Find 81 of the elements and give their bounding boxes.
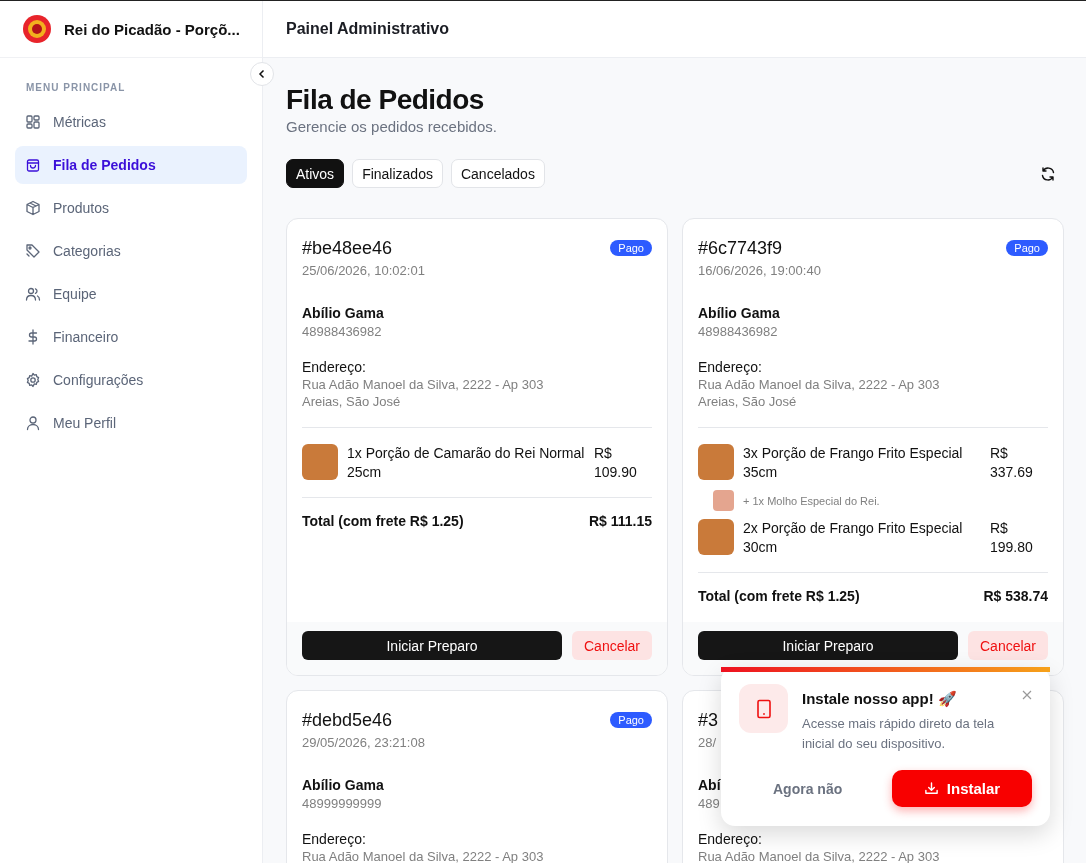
order-id: #3 [698,710,719,731]
header-title: Painel Administrativo [286,20,449,38]
menu-section-title: MENU PRINCIPAL [25,81,127,95]
address-line: Areias, São José [302,394,401,409]
item-price: R$ 337.69 [990,444,1034,482]
address-label: Endereço: [698,359,762,375]
item-extra: + 1x Molho Especial do Rei. [743,494,880,507]
refresh-icon[interactable] [1040,165,1056,182]
filter-tab[interactable]: Finalizados [352,159,443,188]
dismiss-button[interactable]: Agora não [773,780,843,797]
popup-message: Acesse mais rápido direto da tela inicial do seu dispositivo. [802,715,996,753]
bag-icon [25,157,41,173]
customer-name: Abílio Gama [302,777,384,793]
start-preparation-button[interactable]: Iniciar Preparo [698,631,958,660]
grid-icon [25,114,41,130]
brand-name: Rei do Picadão - Porçõ... [64,20,240,38]
total-label: Total (com frete R$ 1.25) [698,588,860,604]
total-label: Total (com frete R$ 1.25) [302,513,464,529]
item-name: 2x Porção de Frango Frito Especial 30cm [743,519,964,557]
phone-icon [739,684,788,733]
item-name: 3x Porção de Frango Frito Especial 35cm [743,444,964,482]
status-badge: Pago [1006,240,1048,256]
order-id: #6c7743f9 [698,238,783,259]
order-date: 25/06/2026, 10:02:01 [302,263,425,278]
address-label: Endereço: [302,359,366,375]
close-icon[interactable] [1022,690,1032,700]
gear-icon [25,372,41,388]
sidebar-item[interactable]: Produtos [15,189,247,227]
people-icon [25,286,41,302]
order-id: #be48ee46 [302,238,393,259]
address-line: Rua Adão Manoel da Silva, 2222 - Ap 303 [698,849,940,863]
sidebar-item[interactable]: Financeiro [15,318,247,356]
customer-phone: 48988436982 [698,324,778,339]
sidebar-item[interactable]: Configurações [15,361,247,399]
customer-name: Abílio Gama [302,305,384,321]
logo-icon [22,14,52,44]
address-line: Rua Adão Manoel da Silva, 2222 - Ap 303 [698,377,940,392]
order-date: 16/06/2026, 19:00:40 [698,263,821,278]
start-preparation-button[interactable]: Iniciar Preparo [302,631,562,660]
address-label: Endereço: [302,831,366,847]
item-price: R$ 109.90 [594,444,638,482]
photo-placeholder [698,444,734,480]
page-title: Fila de Pedidos [286,84,485,116]
photo-placeholder [302,444,338,480]
customer-phone: 48988436982 [302,324,382,339]
photo-placeholder [698,519,734,555]
customer-phone: 48999999999 [302,796,382,811]
cancel-button[interactable]: Cancelar [968,631,1048,660]
person-icon [25,415,41,431]
install-button[interactable]: Instalar [892,770,1032,807]
order-date: 28/ [698,735,717,750]
download-icon [923,781,939,796]
cancel-button[interactable]: Cancelar [572,631,652,660]
address-line: Rua Adão Manoel da Silva, 2222 - Ap 303 [302,377,544,392]
order-date: 29/05/2026, 23:21:08 [302,735,425,750]
collapse-sidebar-button[interactable] [250,62,274,86]
sidebar-item[interactable]: Fila de Pedidos [15,146,247,184]
sidebar-item[interactable]: Meu Perfil [15,404,247,442]
filter-tab[interactable]: Ativos [286,159,345,188]
page-subtitle: Gerencie os pedidos recebidos. [286,118,498,135]
total-value: R$ 538.74 [983,588,1048,604]
customer-name: Abí [698,777,721,793]
customer-phone: 489 [698,796,720,811]
address-line: Rua Adão Manoel da Silva, 2222 - Ap 303 [302,849,544,863]
sidebar-item[interactable]: Equipe [15,275,247,313]
address-line: Areias, São José [698,394,797,409]
popup-title: Instale nosso app! 🚀 [802,690,958,708]
sidebar-item[interactable]: Categorias [15,232,247,270]
status-badge: Pago [610,240,652,256]
photo-placeholder [713,490,734,511]
total-value: R$ 111.15 [588,513,652,529]
item-price: R$ 199.80 [990,519,1034,557]
filter-tab[interactable]: Cancelados [450,159,545,188]
item-name: 1x Porção de Camarão do Rei Normal 25cm [347,444,585,482]
address-label: Endereço: [698,831,762,847]
order-id: #debd5e46 [302,710,393,731]
box-icon [25,200,41,216]
tag-icon [25,243,41,259]
status-badge: Pago [610,712,652,728]
customer-name: Abílio Gama [698,305,780,321]
sidebar-item[interactable]: Métricas [15,103,247,141]
